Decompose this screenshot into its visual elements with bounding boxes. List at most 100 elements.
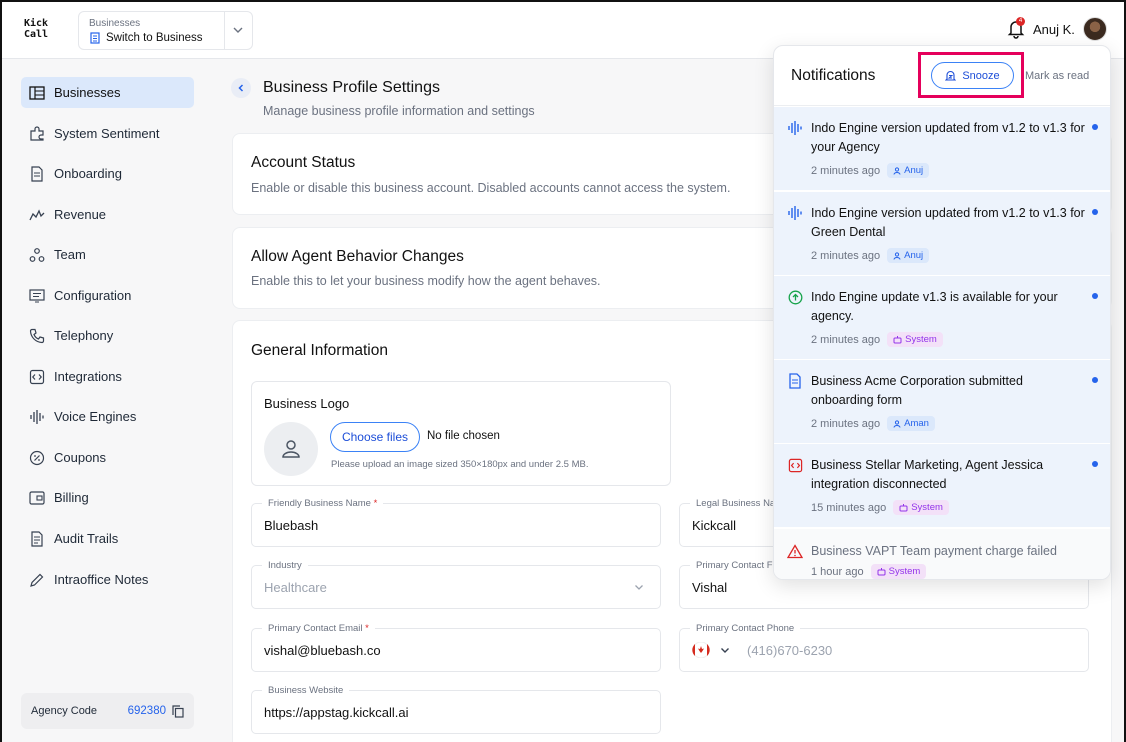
notification-text: Business VAPT Team payment charge failed <box>811 544 1057 558</box>
notification-item[interactable]: Indo Engine update v1.3 is available for… <box>774 276 1110 360</box>
notification-meta: 2 minutes ago System <box>811 332 943 347</box>
notification-meta: 2 minutes ago Aman <box>811 416 935 431</box>
robot-icon <box>877 567 886 575</box>
document-icon <box>29 165 45 182</box>
no-file-chosen-text: No file chosen <box>427 430 500 442</box>
coupon-icon <box>29 450 45 466</box>
sidebar-item-audit-trails[interactable]: Audit Trails <box>21 523 194 554</box>
notification-user-tag: Anuj <box>887 163 930 178</box>
agency-code-box: Agency Code 692380 <box>21 693 194 729</box>
sidebar-item-onboarding[interactable]: Onboarding <box>21 158 194 189</box>
agent-behavior-description: Enable this to let your business modify … <box>251 274 601 288</box>
sidebar-item-coupons[interactable]: Coupons <box>21 442 194 473</box>
primary-contact-phone-value: (416)670-6230 <box>747 643 833 658</box>
user-icon <box>282 440 300 458</box>
sidebar-item-label: Voice Engines <box>54 409 137 424</box>
business-website-value: https://appstag.kickcall.ai <box>264 705 409 720</box>
sidebar-item-revenue[interactable]: Revenue <box>21 199 194 230</box>
team-icon <box>29 247 45 263</box>
snooze-button[interactable]: Snooze <box>931 62 1014 89</box>
primary-contact-phone-field[interactable]: Primary Contact Phone (416)670-6230 <box>679 623 1089 672</box>
sidebar-item-telephony[interactable]: Telephony <box>21 320 194 351</box>
user-name[interactable]: Anuj K. <box>1033 22 1075 37</box>
notification-meta: 2 minutes ago Anuj <box>811 248 930 263</box>
industry-select[interactable]: Industry Healthcare <box>251 560 661 609</box>
notification-count-badge: 4 <box>1016 17 1025 26</box>
sidebar-item-label: System Sentiment <box>54 126 160 141</box>
notification-system-tag: System <box>887 332 943 347</box>
business-switcher[interactable]: Businesses Switch to Business <box>78 11 253 50</box>
audit-icon <box>29 530 45 547</box>
sidebar-item-label: Billing <box>54 490 89 505</box>
notification-item[interactable]: Indo Engine version updated from v1.2 to… <box>774 107 1110 191</box>
copy-icon[interactable] <box>172 704 184 718</box>
robot-icon <box>893 335 902 343</box>
business-logo-box: Business Logo Choose files No file chose… <box>251 381 671 486</box>
mark-as-read-link[interactable]: Mark as read <box>1025 70 1089 82</box>
waveform-icon <box>787 120 803 136</box>
notification-meta: 2 minutes ago Anuj <box>811 163 930 178</box>
sidebar-item-integrations[interactable]: Integrations <box>21 361 194 392</box>
notification-time: 2 minutes ago <box>811 417 881 430</box>
primary-contact-email-field[interactable]: Primary Contact Email * vishal@bluebash.… <box>251 623 661 672</box>
sidebar-item-label: Onboarding <box>54 166 122 181</box>
unread-dot <box>1092 124 1098 130</box>
user-icon <box>893 419 901 428</box>
notification-item[interactable]: Business VAPT Team payment charge failed… <box>774 529 1110 579</box>
account-status-title: Account Status <box>251 154 356 171</box>
sidebar-item-businesses[interactable]: Businesses <box>21 77 194 108</box>
sidebar-item-system-sentiment[interactable]: System Sentiment <box>21 118 194 149</box>
chevron-down-icon[interactable] <box>719 644 731 656</box>
sidebar-item-team[interactable]: Team <box>21 239 194 270</box>
kickcall-logo[interactable]: Kick Call <box>24 18 48 40</box>
legal-business-name-value: Kickcall <box>692 518 737 533</box>
sidebar-item-voice-engines[interactable]: Voice Engines <box>21 401 194 432</box>
sidebar-item-label: Integrations <box>54 369 122 384</box>
avatar[interactable] <box>1083 17 1107 41</box>
notification-user-tag: Aman <box>887 416 935 431</box>
sidebar-item-intraoffice-notes[interactable]: Intraoffice Notes <box>21 564 194 595</box>
primary-contact-email-value: vishal@bluebash.co <box>264 643 381 658</box>
document-icon <box>787 373 803 389</box>
notification-meta: 15 minutes ago System <box>811 500 949 515</box>
warning-icon <box>787 543 803 559</box>
billing-icon <box>29 490 45 506</box>
notification-time: 1 hour ago <box>811 565 864 578</box>
back-button[interactable] <box>231 78 251 98</box>
sidebar-item-configuration[interactable]: Configuration <box>21 280 194 311</box>
friendly-business-name-field[interactable]: Friendly Business Name * Bluebash <box>251 498 661 547</box>
sidebar-item-label: Audit Trails <box>54 531 119 546</box>
notification-tag-label: Aman <box>904 418 929 429</box>
chevron-down-icon[interactable] <box>231 21 245 39</box>
notification-system-tag: System <box>870 564 927 579</box>
industry-value: Healthcare <box>264 580 327 595</box>
general-information-title: General Information <box>251 342 388 359</box>
trend-icon <box>29 207 45 223</box>
unread-dot <box>1092 461 1098 467</box>
business-website-field[interactable]: Business Website https://appstag.kickcal… <box>251 685 661 734</box>
waveform-icon <box>787 205 803 221</box>
notification-item[interactable]: Indo Engine version updated from v1.2 to… <box>774 192 1110 276</box>
sidebar-item-billing[interactable]: Billing <box>21 482 194 513</box>
bell-snooze-icon <box>945 70 957 81</box>
waveform-icon <box>29 409 45 425</box>
notification-text: Indo Engine update v1.3 is available for… <box>811 290 1058 323</box>
notification-item[interactable]: Business Acme Corporation submitted onbo… <box>774 360 1110 444</box>
account-status-description: Enable or disable this business account.… <box>251 181 731 195</box>
chevron-down-icon <box>635 585 643 590</box>
canada-flag-icon[interactable] <box>691 642 711 658</box>
agency-code-value: 692380 <box>127 705 166 717</box>
business-logo-title: Business Logo <box>264 396 350 411</box>
snooze-label: Snooze <box>962 69 1000 82</box>
notification-tag-label: System <box>911 502 943 513</box>
notification-tag-label: Anuj <box>904 165 924 176</box>
unread-dot <box>1092 377 1098 383</box>
notification-item[interactable]: Business Stellar Marketing, Agent Jessic… <box>774 444 1110 528</box>
agency-code-label: Agency Code <box>31 705 98 717</box>
choose-files-button[interactable]: Choose files <box>330 422 420 452</box>
user-icon <box>893 251 901 260</box>
notification-text: Indo Engine version updated from v1.2 to… <box>811 206 1085 239</box>
page-title: Business Profile Settings <box>263 79 440 96</box>
business-switcher-label: Businesses <box>89 18 141 29</box>
notification-tag-label: Anuj <box>904 250 924 261</box>
